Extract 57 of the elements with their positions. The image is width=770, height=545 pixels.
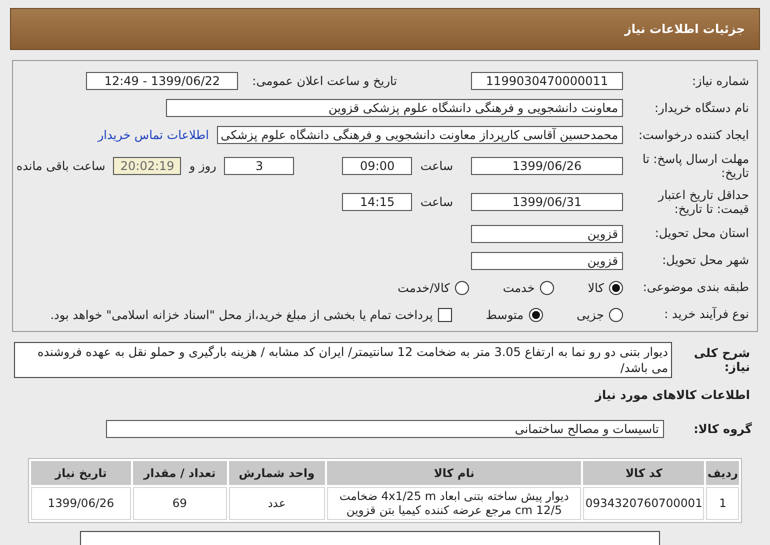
text-field[interactable]: 1199030470000011	[471, 72, 623, 90]
field-label: شهر محل تحویل:	[661, 253, 750, 268]
column-header: کد کالا	[583, 460, 704, 485]
option-label: متوسط	[486, 308, 524, 322]
field-label: استان محل تحویل:	[654, 226, 750, 241]
field-label: ایجاد کننده درخواست:	[637, 128, 750, 142]
field-label: تاریخ و ساعت اعلان عمومی:	[252, 74, 397, 88]
radio-button[interactable]	[609, 308, 623, 322]
contact-link[interactable]: اطلاعات تماس خریدار	[98, 128, 209, 142]
column-header: واحد شمارش	[228, 460, 325, 485]
option-label: جزیی	[576, 308, 604, 322]
text-field[interactable]: قزوین	[471, 224, 623, 243]
time-field[interactable]: 09:00	[342, 157, 412, 176]
column-header: تاریخ نیاز	[31, 460, 131, 485]
table-cell: 1	[706, 486, 739, 520]
table-cell: 1399/06/26	[31, 486, 131, 520]
text-field[interactable]: معاونت دانشجویی و فرهنگی دانشگاه علوم پزشکی قزوین	[166, 99, 623, 117]
field-label: نام دستگاه خریدار:	[654, 100, 750, 116]
field-label: ساعت	[420, 195, 453, 210]
radio-button[interactable]	[609, 280, 623, 295]
field-label: نوع فرآیند خرید :	[663, 307, 750, 322]
date-field[interactable]: 1399/06/31	[471, 193, 623, 212]
radio-button[interactable]	[454, 280, 469, 295]
title-bar: جزئیات اطلاعات نیاز	[10, 8, 760, 50]
option-label: خدمت	[502, 280, 535, 295]
checkbox-label: پرداخت تمام یا بخشی از مبلغ خرید،از محل "اسناد خزانه اسلامی" خواهد بود.	[50, 308, 433, 322]
days-field[interactable]: 3	[224, 157, 294, 176]
field-label: مهلت ارسال پاسخ: تا تاریخ:	[641, 152, 750, 181]
time-field[interactable]: 14:15	[342, 193, 412, 212]
column-header: تعداد / مقدار	[132, 460, 226, 485]
field-label: روز و	[189, 159, 216, 174]
description-box: دیوار بتنی دو رو نما به ارتفاع 3.05 متر به ضخامت 12 سانتیمتر/ ایران کد مشابه / هزینه بارگیری و حملو نقل به عهده فروشنده می باشد/	[14, 342, 672, 378]
radio-button[interactable]	[528, 308, 543, 322]
option-label: کالا	[588, 280, 604, 295]
table-cell: 69	[132, 486, 226, 520]
section-heading: اطلاعات کالاهای مورد نیاز	[594, 388, 750, 402]
radio-button[interactable]	[540, 280, 554, 295]
field-label: ساعت باقی مانده	[16, 159, 106, 174]
text-field[interactable]: محمدحسین آقاسی کارپرداز معاونت دانشجویی و فرهنگی دانشگاه علوم پزشکی	[217, 126, 623, 144]
date-field[interactable]: 1399/06/26	[471, 157, 623, 176]
field-label: شماره نیاز:	[691, 74, 750, 88]
option-label: کالا/خدمت	[398, 280, 450, 295]
text-field[interactable]: 1399/06/22 - 12:49	[86, 72, 238, 90]
table-cell: دیوار پیش ساخته بتنی ابعاد 4x1/25 m ضخامت 12/5 cm مرجع عرضه کننده کیمیا بتن قزوین	[326, 486, 582, 520]
remaining-time-field: 20:02:19	[113, 157, 182, 176]
checkbox[interactable]	[438, 308, 452, 322]
field-label: طبقه بندی موضوعی:	[642, 280, 750, 295]
table-cell: عدد	[228, 486, 325, 520]
column-header: نام کالا	[326, 460, 582, 485]
field-label: گروه کالا:	[692, 422, 753, 436]
field-label: شرح کلی نیاز:	[692, 344, 751, 374]
field-label: ساعت	[420, 159, 453, 174]
field-label: حداقل تاریخ اعتبار قیمت: تا تاریخ:	[656, 188, 750, 217]
column-header: ردیف	[706, 460, 739, 485]
table-cell: 0934320760700001	[583, 486, 704, 520]
text-field[interactable]: تاسیسات و مصالح ساختمانی	[106, 420, 664, 438]
text-field[interactable]: قزوین	[471, 252, 623, 270]
